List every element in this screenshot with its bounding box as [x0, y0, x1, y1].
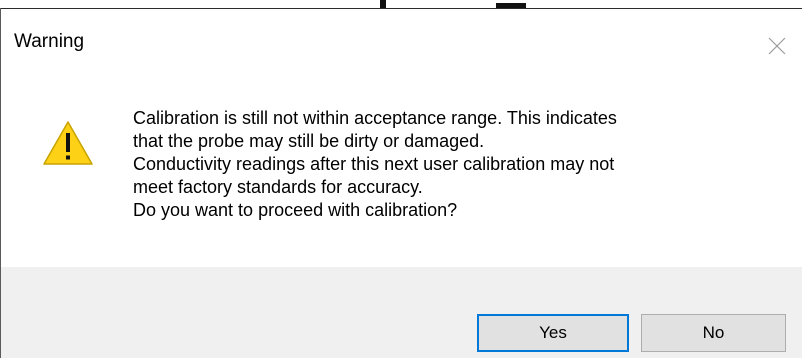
background-window-edge: [0, 0, 802, 8]
dialog-content: Calibration is still not within acceptan…: [1, 75, 802, 267]
title-bar[interactable]: Warning: [1, 9, 802, 75]
message-line: that the probe may still be dirty or dam…: [133, 131, 485, 151]
dialog-title: Warning: [14, 31, 85, 52]
message-line: Do you want to proceed with calibration?: [133, 200, 458, 220]
dialog-message: Calibration is still not within acceptan…: [133, 107, 773, 222]
background-window-mark: [380, 0, 386, 8]
close-icon: [768, 37, 786, 55]
yes-button[interactable]: Yes: [477, 314, 629, 352]
message-line: meet factory standards for accuracy.: [133, 177, 423, 197]
warning-triangle-icon: [43, 121, 93, 165]
message-line: Calibration is still not within acceptan…: [133, 108, 617, 128]
message-line: Conductivity readings after this next us…: [133, 154, 615, 174]
warning-dialog: Warning Calibration is still not within …: [0, 0, 802, 358]
button-bar: Yes No: [1, 267, 802, 358]
no-button[interactable]: No: [641, 314, 786, 352]
close-button[interactable]: [754, 25, 800, 69]
